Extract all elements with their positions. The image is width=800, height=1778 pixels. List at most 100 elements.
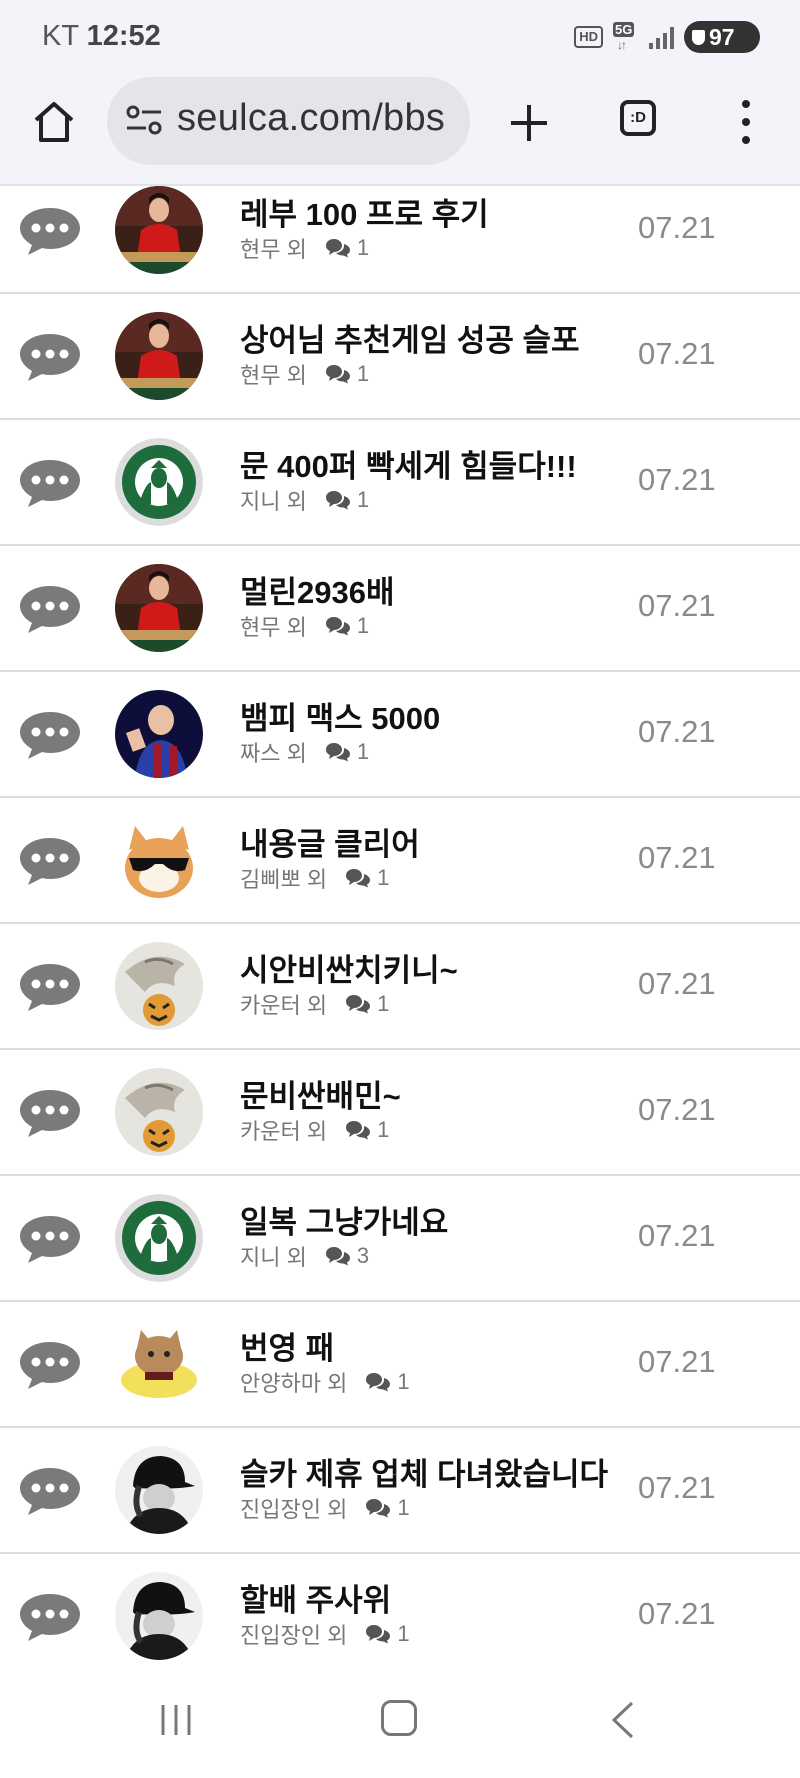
avatar[interactable]	[115, 438, 203, 526]
site-settings-icon[interactable]	[125, 101, 163, 139]
comment-count: 3	[356, 1243, 370, 1268]
post-row[interactable]: 멀린2936배현무 외 1 07.21	[0, 546, 800, 672]
post-author: 현무 외	[240, 363, 307, 388]
post-author: 진입장인 외	[240, 1623, 348, 1648]
avatar[interactable]	[115, 690, 203, 778]
browser-toolbar: seulca.com/bbs :D	[0, 72, 800, 186]
avatar[interactable]	[115, 1320, 203, 1408]
post-author: 진입장인 외	[240, 1497, 348, 1522]
post-title[interactable]: 할배 주사위	[240, 1575, 391, 1620]
chat-bubble-icon	[18, 458, 82, 508]
post-meta: 현무 외 1	[240, 610, 369, 642]
recent-apps-icon[interactable]	[158, 1702, 194, 1738]
chat-bubble-icon	[18, 1088, 82, 1138]
comment-count: 1	[356, 361, 370, 386]
post-title[interactable]: 문비싼배민~	[240, 1071, 401, 1116]
post-title[interactable]: 뱀피 맥스 5000	[240, 693, 440, 738]
post-date: 07.21	[638, 714, 716, 749]
avatar[interactable]	[115, 312, 203, 400]
comment-icon	[345, 1120, 371, 1140]
post-title[interactable]: 시안비싼치키니~	[240, 945, 458, 990]
post-title[interactable]: 번영 패	[240, 1323, 334, 1368]
post-title[interactable]: 슬카 제휴 업체 다녀왔습니다	[240, 1449, 608, 1494]
post-row[interactable]: 뱀피 맥스 5000 짜스 외 1 07.21	[0, 672, 800, 798]
comment-icon	[325, 616, 351, 636]
home-nav-icon[interactable]	[381, 1700, 417, 1736]
post-title[interactable]: 멀린2936배	[240, 567, 395, 612]
post-date: 07.21	[638, 1596, 716, 1631]
avatar[interactable]	[115, 186, 203, 274]
chat-bubble-icon	[18, 710, 82, 760]
post-title[interactable]: 문 400퍼 빡세게 힘들다!!!	[240, 441, 577, 486]
post-row[interactable]: 내용글 클리어 김삐뽀 외 1 07.21	[0, 798, 800, 924]
chat-bubble-icon	[18, 1592, 82, 1642]
chat-bubble-icon	[18, 962, 82, 1012]
post-meta: 진입장인 외 1	[240, 1618, 410, 1650]
post-row[interactable]: 슬카 제휴 업체 다녀왔습니다 진입장인 외 1 07.21	[0, 1428, 800, 1554]
address-bar[interactable]: seulca.com/bbs	[107, 77, 470, 165]
comment-count: 1	[397, 1495, 410, 1520]
comment-count: 1	[356, 739, 370, 764]
carrier-label: KT	[42, 20, 79, 52]
post-meta: 카운터 외 1	[240, 1114, 389, 1146]
status-right: HD 5G ↓↑ 97	[574, 20, 760, 54]
post-row[interactable]: 문 400퍼 빡세게 힘들다!!! 지니 외 1 07.21	[0, 420, 800, 546]
chat-bubble-icon	[18, 584, 82, 634]
post-meta: 짜스 외 1	[240, 736, 369, 768]
post-title[interactable]: 내용글 클리어	[240, 819, 420, 864]
post-row[interactable]: 문비싼배민~ 카운터 외 1 07.21	[0, 1050, 800, 1176]
avatar[interactable]	[115, 1194, 203, 1282]
post-meta: 안양하마 외 1	[240, 1366, 410, 1398]
post-author: 현무 외	[240, 615, 307, 640]
comment-icon	[345, 868, 371, 888]
comment-icon	[345, 994, 371, 1014]
battery-protect-icon	[692, 29, 705, 45]
network-5g-icon: 5G ↓↑	[613, 22, 639, 52]
more-menu-icon[interactable]	[740, 100, 752, 144]
chat-bubble-icon	[18, 836, 82, 886]
system-nav-bar	[0, 1668, 800, 1778]
post-row[interactable]: 일복 그냥가네요 지니 외 3 07.21	[0, 1176, 800, 1302]
chat-bubble-icon	[18, 1466, 82, 1516]
avatar[interactable]	[115, 1068, 203, 1156]
post-title[interactable]: 레부 100 프로 후기	[240, 189, 489, 234]
post-row[interactable]: 할배 주사위 진입장인 외 1 07.21	[0, 1554, 800, 1680]
comment-icon	[325, 238, 351, 258]
url-text[interactable]: seulca.com/bbs	[177, 97, 445, 140]
post-row[interactable]: 레부 100 프로 후기 현무 외 1 07.21	[0, 186, 800, 294]
post-title[interactable]: 일복 그냥가네요	[240, 1197, 448, 1242]
comment-count: 1	[377, 1117, 390, 1142]
back-icon[interactable]	[608, 1700, 638, 1740]
new-tab-icon[interactable]	[508, 102, 550, 144]
comment-count: 1	[356, 487, 370, 512]
post-author: 김삐뽀 외	[240, 867, 328, 892]
post-list: 레부 100 프로 후기 현무 외 1 07.21 상어님 추천게임 성공 슬포 현무 외…	[0, 186, 800, 1680]
post-row[interactable]: 시안비싼치키니~ 카운터 외 1 07.21	[0, 924, 800, 1050]
avatar[interactable]	[115, 816, 203, 904]
avatar[interactable]	[115, 942, 203, 1030]
post-author: 지니 외	[240, 1245, 307, 1270]
clock: 12:52	[86, 20, 161, 52]
avatar[interactable]	[115, 1446, 203, 1534]
home-icon[interactable]	[30, 98, 78, 146]
post-date: 07.21	[638, 588, 716, 623]
post-author: 지니 외	[240, 489, 307, 514]
post-title[interactable]: 상어님 추천게임 성공 슬포	[240, 315, 580, 360]
url-fade	[440, 77, 470, 165]
comment-icon	[365, 1498, 391, 1518]
post-meta: 진입장인 외 1	[240, 1492, 410, 1524]
post-row[interactable]: 번영 패 안양하마 외 1 07.21	[0, 1302, 800, 1428]
avatar[interactable]	[115, 564, 203, 652]
status-bar: KT 12:52 HD 5G ↓↑ 97	[0, 0, 800, 72]
post-row[interactable]: 상어님 추천게임 성공 슬포 현무 외 1 07.21	[0, 294, 800, 420]
post-date: 07.21	[638, 966, 716, 1001]
chat-bubble-icon	[18, 1214, 82, 1264]
signal-strength-icon	[649, 25, 674, 49]
post-meta: 지니 외 1	[240, 484, 369, 516]
post-meta: 카운터 외 1	[240, 988, 389, 1020]
comment-icon	[325, 1246, 351, 1266]
comment-count: 1	[356, 613, 370, 638]
tab-switcher-button[interactable]: :D	[620, 100, 656, 136]
comment-count: 1	[356, 235, 370, 260]
avatar[interactable]	[115, 1572, 203, 1660]
